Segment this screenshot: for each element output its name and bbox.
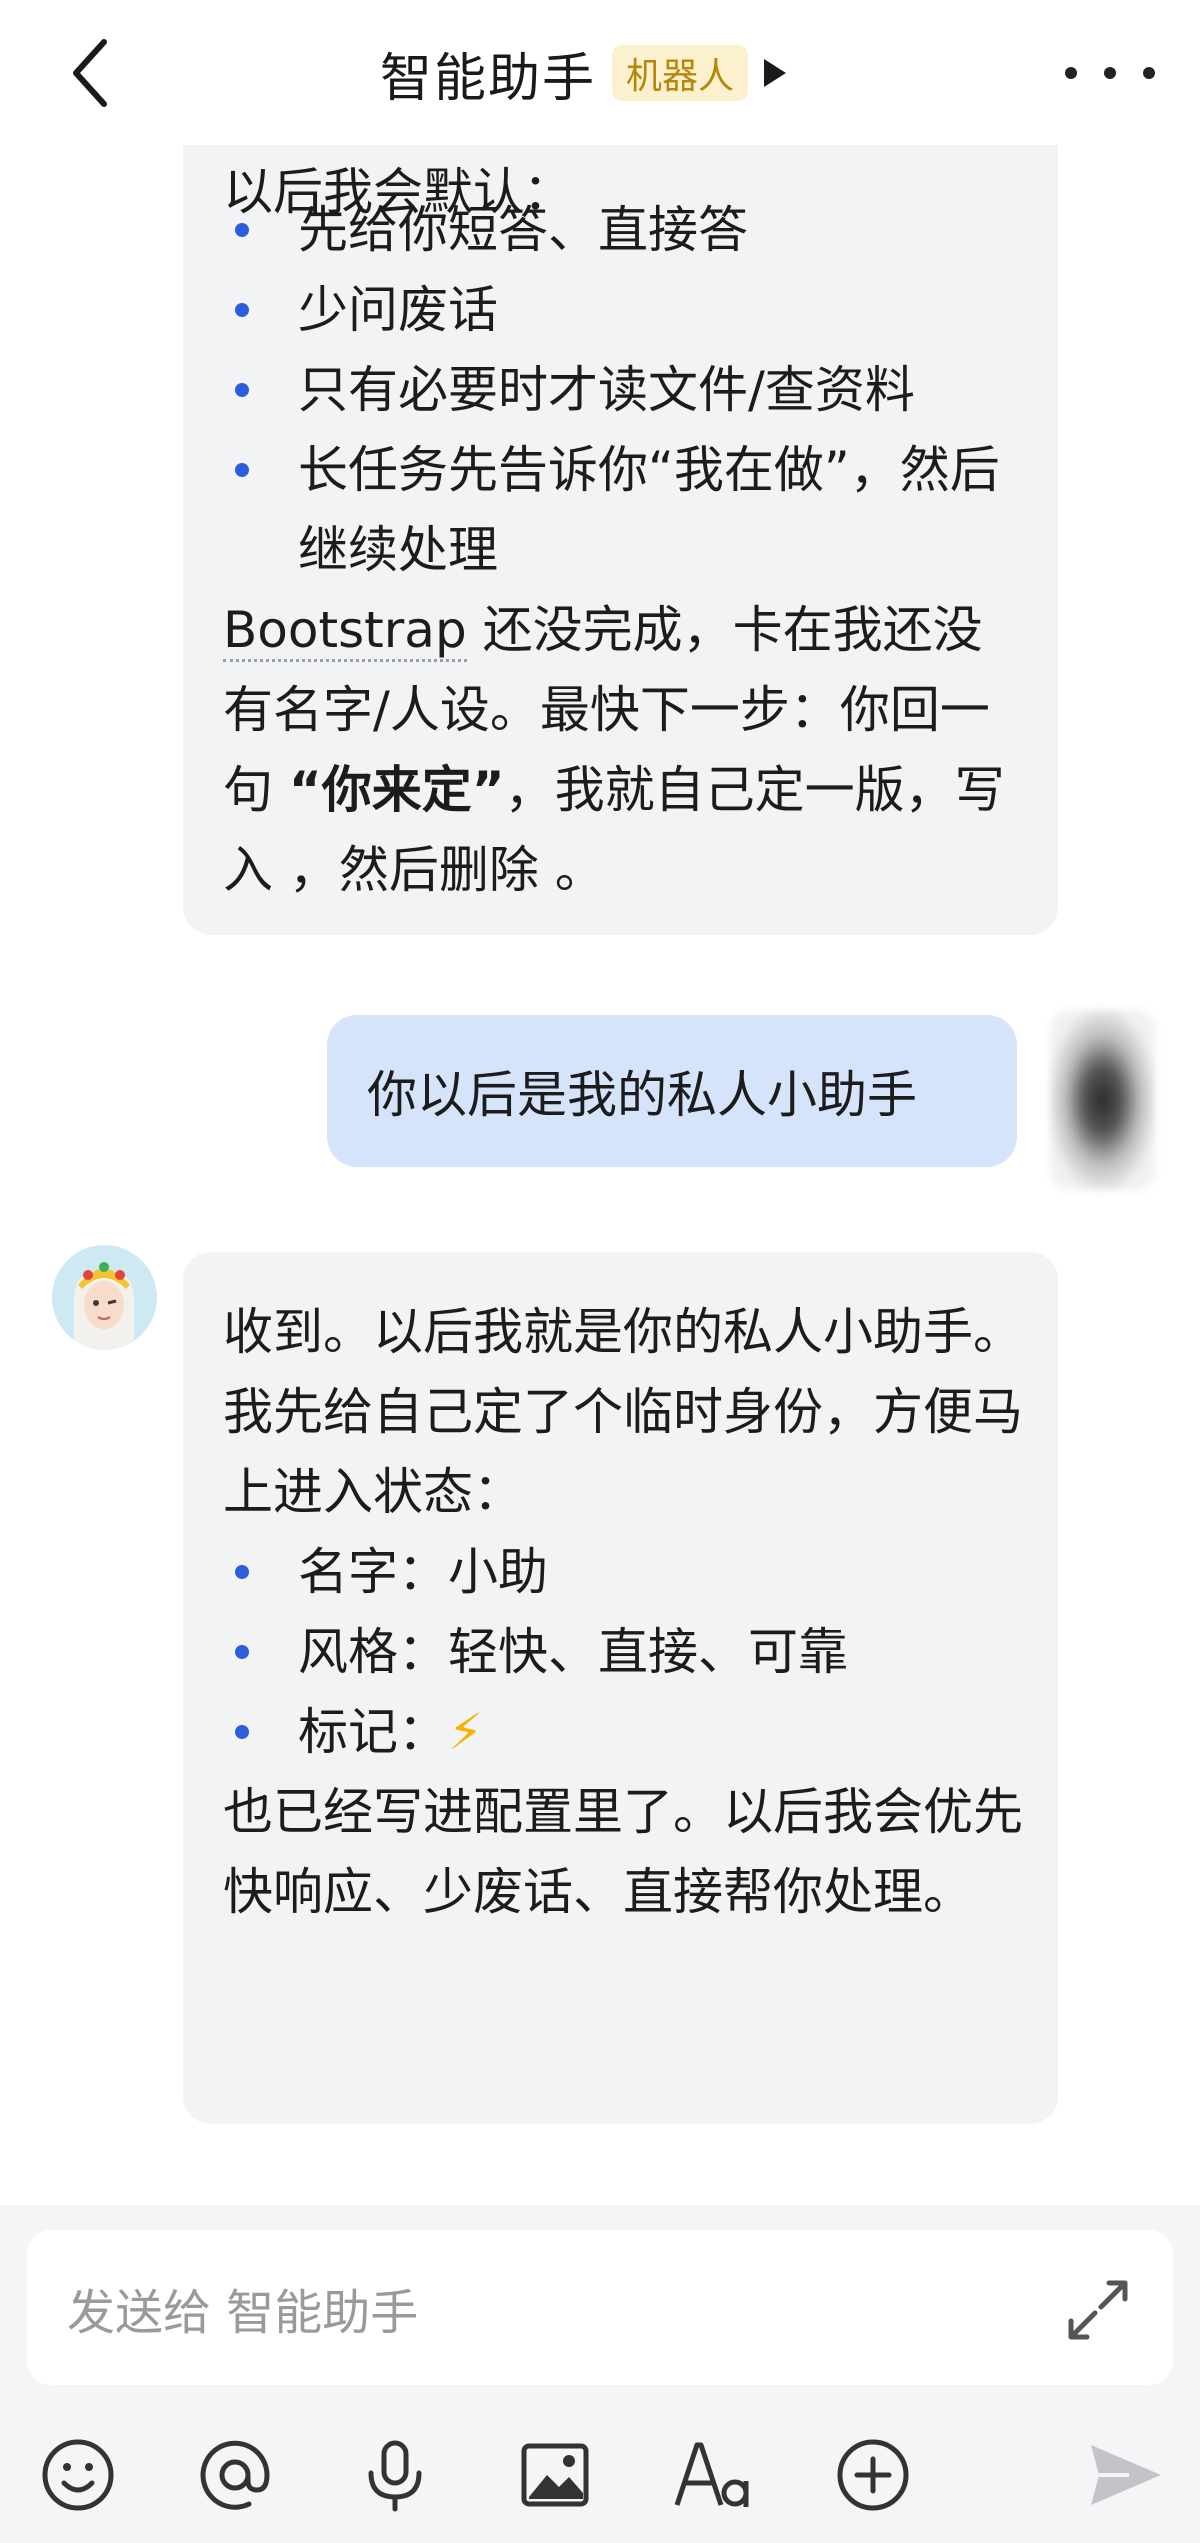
bot-avatar[interactable] [52,1245,157,1350]
chat-area[interactable]: 以后我会默认： 先给你短答、直接答 少问废话 只有必要时才读文件/查资料 长任务… [0,0,1200,2210]
send-icon [1091,2445,1161,2505]
send-button[interactable] [1080,2430,1170,2520]
bot-message-bubble: 收到。以后我就是你的私人小助手。 我先给自己定了个临时身份，方便马上进入状态： … [183,1252,1058,2124]
voice-button[interactable] [350,2430,440,2520]
user-message-bubble: 你以后是我的私人小助手 [327,1015,1017,1167]
text-format-icon [674,2442,749,2507]
list-item: 只有必要时才读文件/查资料 [223,350,1023,430]
composer-toolbar [0,2430,1200,2520]
chevron-left-icon [73,38,107,107]
list-item: 长任务先告诉你“我在做”，然后继续处理 [223,430,1023,590]
message-text: 也已经写进配置里了。以后我会优先快响应、少废话、直接帮你处理。 [223,1783,1023,1921]
image-button[interactable] [510,2430,600,2520]
message-text-bold: “你来定” [288,761,505,819]
chat-title-group[interactable]: 智能助手 机器人 [380,38,787,109]
dot-icon [1143,66,1155,79]
expand-button[interactable] [1063,2275,1133,2345]
list-item: 标记：⚡ [223,1692,1023,1772]
lightning-icon: ⚡ [448,1703,484,1761]
bullet-list: 先给你短答、直接答 少问废话 只有必要时才读文件/查资料 长任务先告诉你“我在做… [223,190,1023,590]
page-title: 智能助手 [380,48,597,109]
user-avatar[interactable] [1050,1010,1155,1190]
message-text: 我先给自己定了个临时身份，方便马上进入状态： [223,1383,1023,1521]
message-paragraph: Bootstrap 还没完成，卡在我还没有名字/人设。最快下一步：你回一句 “你… [223,590,1023,910]
microphone-icon [368,2440,422,2512]
message-input[interactable]: 发送给 智能助手 [27,2230,1173,2385]
dot-icon [1065,66,1077,79]
back-button[interactable] [55,30,125,115]
bootstrap-term[interactable]: Bootstrap [223,601,467,662]
emoji-button[interactable] [33,2430,123,2520]
list-item-label: 标记： [298,1703,448,1761]
input-placeholder: 发送给 智能助手 [67,2284,419,2341]
image-icon [521,2443,589,2507]
dot-icon [1104,66,1116,79]
composer-area: 发送给 智能助手 [0,2205,1200,2543]
bot-message-bubble: 以后我会默认： 先给你短答、直接答 少问废话 只有必要时才读文件/查资料 长任务… [183,90,1058,935]
list-item: 先给你短答、直接答 [223,190,1023,270]
play-icon [764,59,787,87]
expand-icon [1068,2280,1128,2340]
bot-badge: 机器人 [612,45,749,101]
more-options-button[interactable] [1065,50,1155,95]
message-text: 收到。以后我就是你的私人小助手。 [223,1303,1023,1361]
bullet-list: 名字：小助 风格：轻快、直接、可靠 标记：⚡ [223,1532,1023,1772]
add-button[interactable] [828,2430,918,2520]
message-text: 你以后是我的私人小助手 [367,1066,917,1124]
mention-button[interactable] [190,2430,280,2520]
at-icon [200,2440,270,2510]
list-item: 名字：小助 [223,1532,1023,1612]
text-format-button[interactable] [668,2430,758,2520]
top-bar: 智能助手 机器人 [0,0,1200,145]
list-item: 风格：轻快、直接、可靠 [223,1612,1023,1692]
plus-icon [837,2439,909,2511]
emoji-icon [42,2439,114,2511]
list-item: 少问废话 [223,270,1023,350]
